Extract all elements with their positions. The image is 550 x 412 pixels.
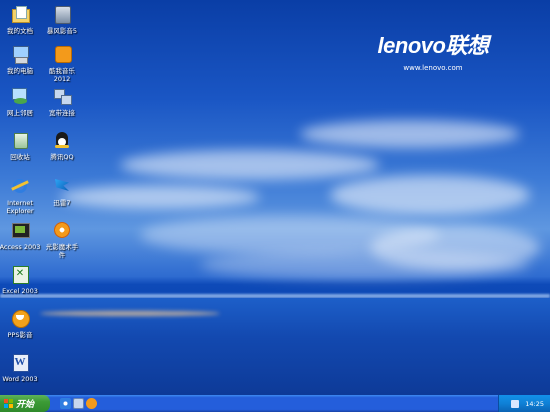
quick-launch-ie-icon[interactable] bbox=[60, 398, 71, 409]
lenovo-logo: lenovo联想 bbox=[377, 33, 489, 58]
icon-label: 迅雷7 bbox=[53, 199, 71, 207]
icon-label: Word 2003 bbox=[2, 375, 38, 383]
my-computer-icon bbox=[10, 44, 30, 64]
start-button[interactable]: 开始 bbox=[0, 395, 50, 412]
icon-label: PPS影音 bbox=[7, 331, 33, 339]
icon-label: 我的电脑 bbox=[7, 67, 33, 75]
desktop-icon-qq[interactable]: 腾讯QQ bbox=[39, 130, 85, 161]
icon-label: 腾讯QQ bbox=[50, 153, 74, 161]
desktop-icon-my-computer[interactable]: 我的电脑 bbox=[0, 44, 43, 75]
icon-label: Excel 2003 bbox=[2, 287, 38, 295]
xunlei-icon bbox=[52, 176, 72, 196]
quick-launch-desktop-icon[interactable] bbox=[73, 398, 84, 409]
cloud bbox=[60, 185, 260, 209]
desktop-icon-photo-editor[interactable]: 光影魔术手 件 bbox=[39, 220, 85, 259]
icon-label: 宽带连接 bbox=[49, 109, 75, 117]
start-label: 开始 bbox=[16, 400, 35, 410]
recycle-bin-icon bbox=[10, 130, 30, 150]
cloud bbox=[120, 150, 380, 180]
icon-label: Access 2003 bbox=[0, 243, 41, 251]
desktop-icon-xunlei[interactable]: 迅雷7 bbox=[39, 176, 85, 207]
icon-label: 网上邻居 bbox=[7, 109, 33, 117]
lenovo-brand: lenovo联想 www.lenovo.com bbox=[373, 28, 493, 72]
desktop-icon-excel[interactable]: ✕ Excel 2003 bbox=[0, 264, 43, 295]
icon-label: 暴风影音5 bbox=[46, 27, 78, 35]
sandbar bbox=[40, 311, 220, 316]
cloud bbox=[200, 250, 530, 280]
windows-flag-icon bbox=[4, 399, 13, 408]
volume-icon[interactable] bbox=[511, 399, 520, 408]
icon-label: Internet Explorer bbox=[6, 199, 34, 215]
desktop-icon-access[interactable]: Access 2003 bbox=[0, 220, 43, 251]
system-tray: 14:25 bbox=[498, 395, 550, 412]
broadband-connection-icon bbox=[52, 86, 72, 106]
desktop-icon-word[interactable]: W Word 2003 bbox=[0, 352, 43, 383]
desktop-icon-recycle-bin[interactable]: 回收站 bbox=[0, 130, 43, 161]
cloud bbox=[300, 120, 520, 148]
desktop-icon-baofeng[interactable]: 暴风影音5 bbox=[39, 4, 85, 35]
desktop-icon-broadband[interactable]: 宽带连接 bbox=[39, 86, 85, 117]
desktop-icon-network[interactable]: 网上邻居 bbox=[0, 86, 43, 117]
network-places-icon bbox=[10, 86, 30, 106]
icon-label: 酷我音乐 2012 bbox=[49, 67, 75, 83]
icon-label: 光影魔术手 件 bbox=[45, 243, 79, 259]
excel-icon: ✕ bbox=[10, 264, 30, 284]
clock[interactable]: 14:25 bbox=[525, 400, 544, 408]
taskbar: 开始 14:25 bbox=[0, 395, 550, 412]
word-icon: W bbox=[10, 352, 30, 372]
internet-explorer-icon bbox=[10, 176, 30, 196]
kuwo-music-icon bbox=[52, 44, 72, 64]
photo-editor-icon bbox=[52, 220, 72, 240]
icon-label: 我的文档 bbox=[7, 27, 33, 35]
baofeng-player-icon bbox=[52, 4, 72, 24]
desktop-icon-internet-explorer[interactable]: Internet Explorer bbox=[0, 176, 43, 215]
qq-icon bbox=[52, 130, 72, 150]
icon-label: 回收站 bbox=[10, 153, 30, 161]
desktop-icon-my-documents[interactable]: 我的文档 bbox=[0, 4, 43, 35]
access-icon bbox=[10, 220, 30, 240]
desktop-icon-kuwo[interactable]: 酷我音乐 2012 bbox=[39, 44, 85, 83]
quick-launch-media-icon[interactable] bbox=[86, 398, 97, 409]
lenovo-url: www.lenovo.com bbox=[403, 64, 463, 72]
pps-player-icon bbox=[10, 308, 30, 328]
my-documents-icon bbox=[10, 4, 30, 24]
desktop-icon-pps[interactable]: PPS影音 bbox=[0, 308, 43, 339]
cloud bbox=[330, 175, 530, 215]
